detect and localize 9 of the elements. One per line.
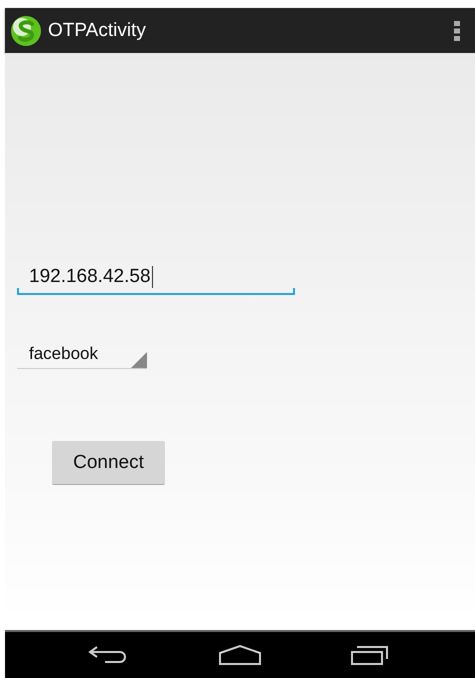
text-cursor bbox=[152, 266, 154, 288]
ip-address-field[interactable]: 192.168.42.58 bbox=[17, 263, 295, 295]
dropdown-triangle-icon bbox=[131, 352, 147, 368]
connect-button[interactable]: Connect bbox=[52, 441, 165, 485]
overflow-menu-icon[interactable] bbox=[453, 20, 461, 42]
app-title: OTPActivity bbox=[48, 20, 147, 42]
app-logo-icon bbox=[10, 14, 42, 46]
service-spinner[interactable]: facebook bbox=[17, 339, 147, 369]
home-icon[interactable] bbox=[217, 644, 263, 666]
